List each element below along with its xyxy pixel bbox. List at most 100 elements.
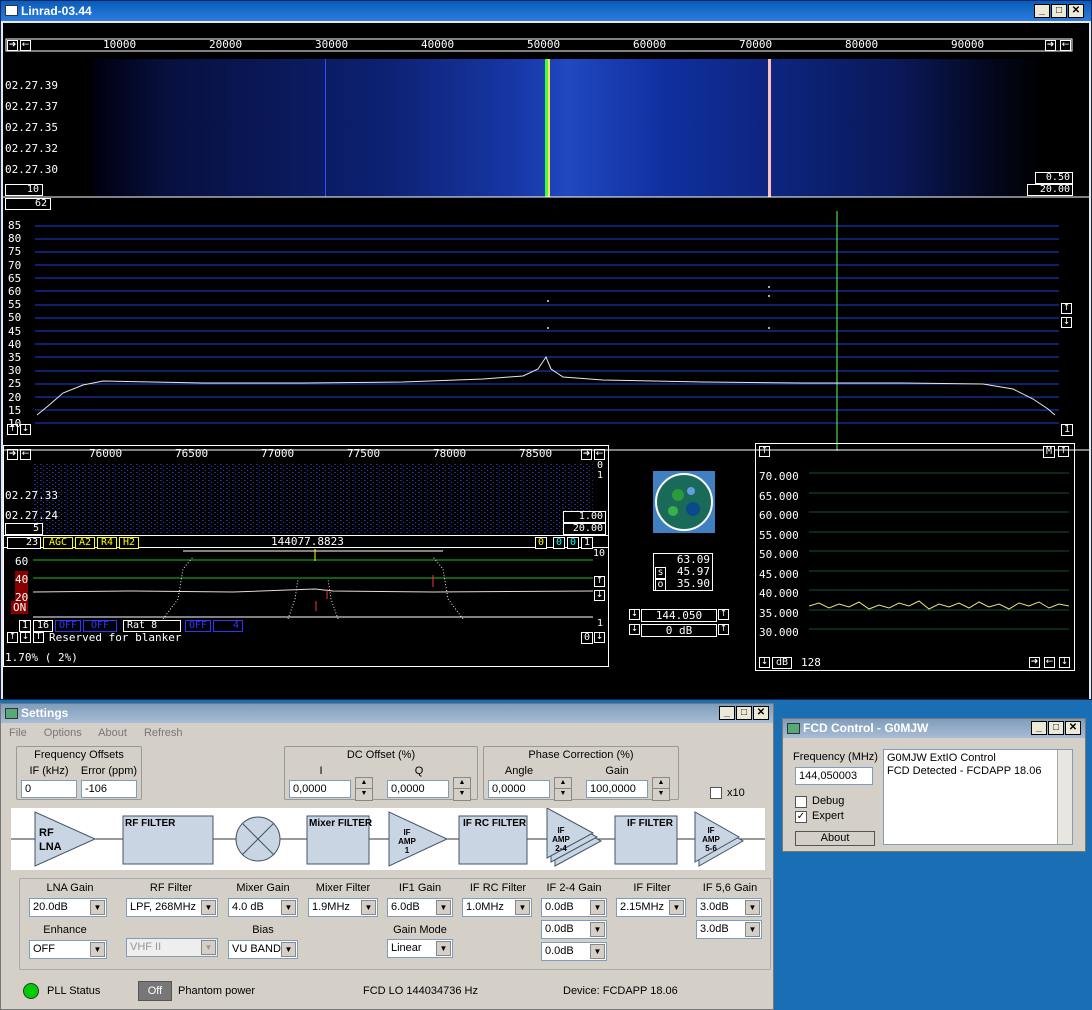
bb-t-icon[interactable]: T	[33, 632, 44, 643]
graph-down-icon[interactable]: ↓	[759, 657, 770, 668]
bb-left-icon[interactable]: ➜	[7, 449, 18, 460]
wf-avg-box[interactable]: 10	[5, 184, 43, 196]
db-down-icon[interactable]: ↓	[629, 624, 640, 635]
if4-gain-select[interactable]: 0.0dB ▼	[541, 942, 607, 961]
bb-four[interactable]: 4	[213, 620, 243, 632]
dc-i-input[interactable]: 0,0000	[289, 780, 351, 798]
wf-right-b-icon[interactable]: ←	[1060, 40, 1071, 51]
phase-gain-input[interactable]: 100,0000	[586, 780, 648, 798]
graph-r2-icon[interactable]: ←	[1044, 657, 1055, 668]
bb-down4-icon[interactable]: ↓	[594, 632, 605, 643]
maximize-button[interactable]: □	[1051, 4, 1067, 18]
fcd-frequency-input[interactable]: 144,050003	[795, 767, 873, 785]
spectrum-graph[interactable]	[3, 211, 1089, 451]
db-up-icon[interactable]: ↑	[718, 624, 729, 635]
dc-q-spinner[interactable]: ▲ ▼	[453, 777, 471, 801]
bb-on-label[interactable]: ON	[11, 601, 29, 614]
graph-m-button[interactable]: M	[1043, 446, 1055, 458]
if1-gain-select[interactable]: 6.0dB ▼	[387, 898, 453, 917]
if3-gain-select[interactable]: 0.0dB ▼	[541, 920, 607, 939]
settings-close-button[interactable]: ✕	[753, 706, 769, 720]
about-button[interactable]: About	[795, 831, 875, 846]
bb-level-active[interactable]: 40	[15, 571, 29, 589]
if-rc-filter-select[interactable]: 1.0MHz ▼	[462, 898, 532, 917]
agc-button[interactable]: AGC	[43, 537, 73, 549]
wf-right-a-icon[interactable]: ➜	[1045, 40, 1056, 51]
angle-spinner[interactable]: ▲ ▼	[554, 777, 572, 801]
bb-num-1[interactable]: 0	[553, 537, 565, 549]
lna-gain-select[interactable]: 20.0dB ▼	[29, 898, 107, 917]
bb-avg-box[interactable]: 5	[5, 523, 43, 535]
meter-s-label[interactable]: s	[655, 567, 666, 579]
bb-spec-up-icon[interactable]: ↑	[594, 576, 605, 587]
bb-num-2[interactable]: 0	[567, 537, 579, 549]
angle-input[interactable]: 0,0000	[488, 780, 550, 798]
wf-zero-box[interactable]: 20.00	[1027, 184, 1073, 196]
bb-frequency[interactable]: 144077.8823	[271, 535, 344, 548]
gain-mode-select[interactable]: Linear ▼	[387, 939, 453, 958]
freq-box[interactable]: 144.050	[641, 609, 717, 622]
a2-button[interactable]: A2	[75, 537, 95, 549]
bb-spec-down-icon[interactable]: ↓	[594, 590, 605, 601]
spec-avg-box[interactable]: 62	[5, 198, 51, 210]
close-button[interactable]: ✕	[1068, 4, 1084, 18]
expert-checkbox[interactable]: ✓	[795, 811, 807, 823]
bb-right-icon[interactable]: ➜	[581, 449, 592, 460]
bb-left2-icon[interactable]: ←	[20, 449, 31, 460]
bb-bw-box[interactable]: 23	[7, 537, 41, 549]
if-filter-select[interactable]: 2.15MHz ▼	[616, 898, 686, 917]
h2-button[interactable]: H2	[119, 537, 139, 549]
dc-i-spinner[interactable]: ▲ ▼	[355, 777, 373, 801]
fcd-close-button[interactable]: ✕	[1065, 721, 1081, 735]
fcd-log-scrollbar[interactable]	[1057, 750, 1072, 844]
bb-waterfall[interactable]	[33, 463, 593, 533]
spec-down-small-icon[interactable]: ↓	[20, 424, 31, 435]
debug-checkbox[interactable]	[795, 796, 807, 808]
wf-left-icon[interactable]: ←	[20, 40, 31, 51]
bb-num-3[interactable]: 1	[581, 537, 593, 549]
bb-up3-icon[interactable]: ↑	[7, 632, 18, 643]
meter-o-label[interactable]: o	[655, 579, 666, 591]
fcd-minimize-button[interactable]: _	[1031, 721, 1047, 735]
if6-gain-select[interactable]: 3.0dB ▼	[696, 920, 762, 939]
freq-down-icon[interactable]: ↓	[629, 609, 640, 620]
settings-minimize-button[interactable]: _	[719, 706, 735, 720]
spec-up-small-icon[interactable]: ↑	[7, 424, 18, 435]
graph-db-button[interactable]: dB	[772, 657, 792, 669]
spec-up-icon[interactable]: ↑	[1061, 303, 1072, 314]
bb-down3-icon[interactable]: ↓	[20, 632, 31, 643]
bb-right2-icon[interactable]: ←	[594, 449, 605, 460]
bb-off-3[interactable]: OFF	[185, 620, 211, 632]
graph-up-icon[interactable]: ↑	[759, 446, 770, 457]
menu-about[interactable]: About	[98, 727, 127, 739]
bb-gain-box[interactable]: 1.00	[563, 511, 606, 523]
bias-select[interactable]: VU BAND ▼	[228, 940, 298, 959]
freq-up-icon[interactable]: ↑	[718, 609, 729, 620]
graph-r1-icon[interactable]: ➜	[1029, 657, 1040, 668]
phantom-power-toggle[interactable]: Off	[138, 981, 172, 1001]
spec-down-icon[interactable]: ↓	[1061, 317, 1072, 328]
phase-gain-spinner[interactable]: ▲ ▼	[652, 777, 670, 801]
if2-gain-select[interactable]: 0.0dB ▼	[541, 898, 607, 917]
x10-checkbox[interactable]	[710, 787, 722, 799]
fcd-maximize-button[interactable]: □	[1048, 721, 1064, 735]
bb-zero-btn[interactable]: 0	[581, 632, 593, 644]
mixer-gain-select[interactable]: 4.0 dB ▼	[228, 898, 298, 917]
error-input[interactable]: -106	[81, 780, 137, 798]
mixer-filter-select[interactable]: 1.9MHz ▼	[308, 898, 378, 917]
spec-one-box[interactable]: 1	[1061, 424, 1073, 436]
dc-q-input[interactable]: 0,0000	[387, 780, 449, 798]
graph-r3-icon[interactable]: ↓	[1059, 657, 1070, 668]
enhance-select[interactable]: OFF ▼	[29, 940, 107, 959]
r4-button[interactable]: R4	[97, 537, 117, 549]
bb-zero-box[interactable]: 20.00	[563, 523, 606, 535]
bb-num-0[interactable]: 0	[535, 537, 547, 549]
menu-options[interactable]: Options	[44, 727, 82, 739]
settings-maximize-button[interactable]: □	[736, 706, 752, 720]
bb-row3-a[interactable]: 1	[19, 620, 31, 632]
minimize-button[interactable]: _	[1034, 4, 1050, 18]
wf-gain-box[interactable]: 0.50	[1035, 172, 1073, 184]
rf-filter-select[interactable]: LPF, 268MHz ▼	[126, 898, 218, 917]
menu-file[interactable]: File	[9, 727, 27, 739]
if5-gain-select[interactable]: 3.0dB ▼	[696, 898, 762, 917]
